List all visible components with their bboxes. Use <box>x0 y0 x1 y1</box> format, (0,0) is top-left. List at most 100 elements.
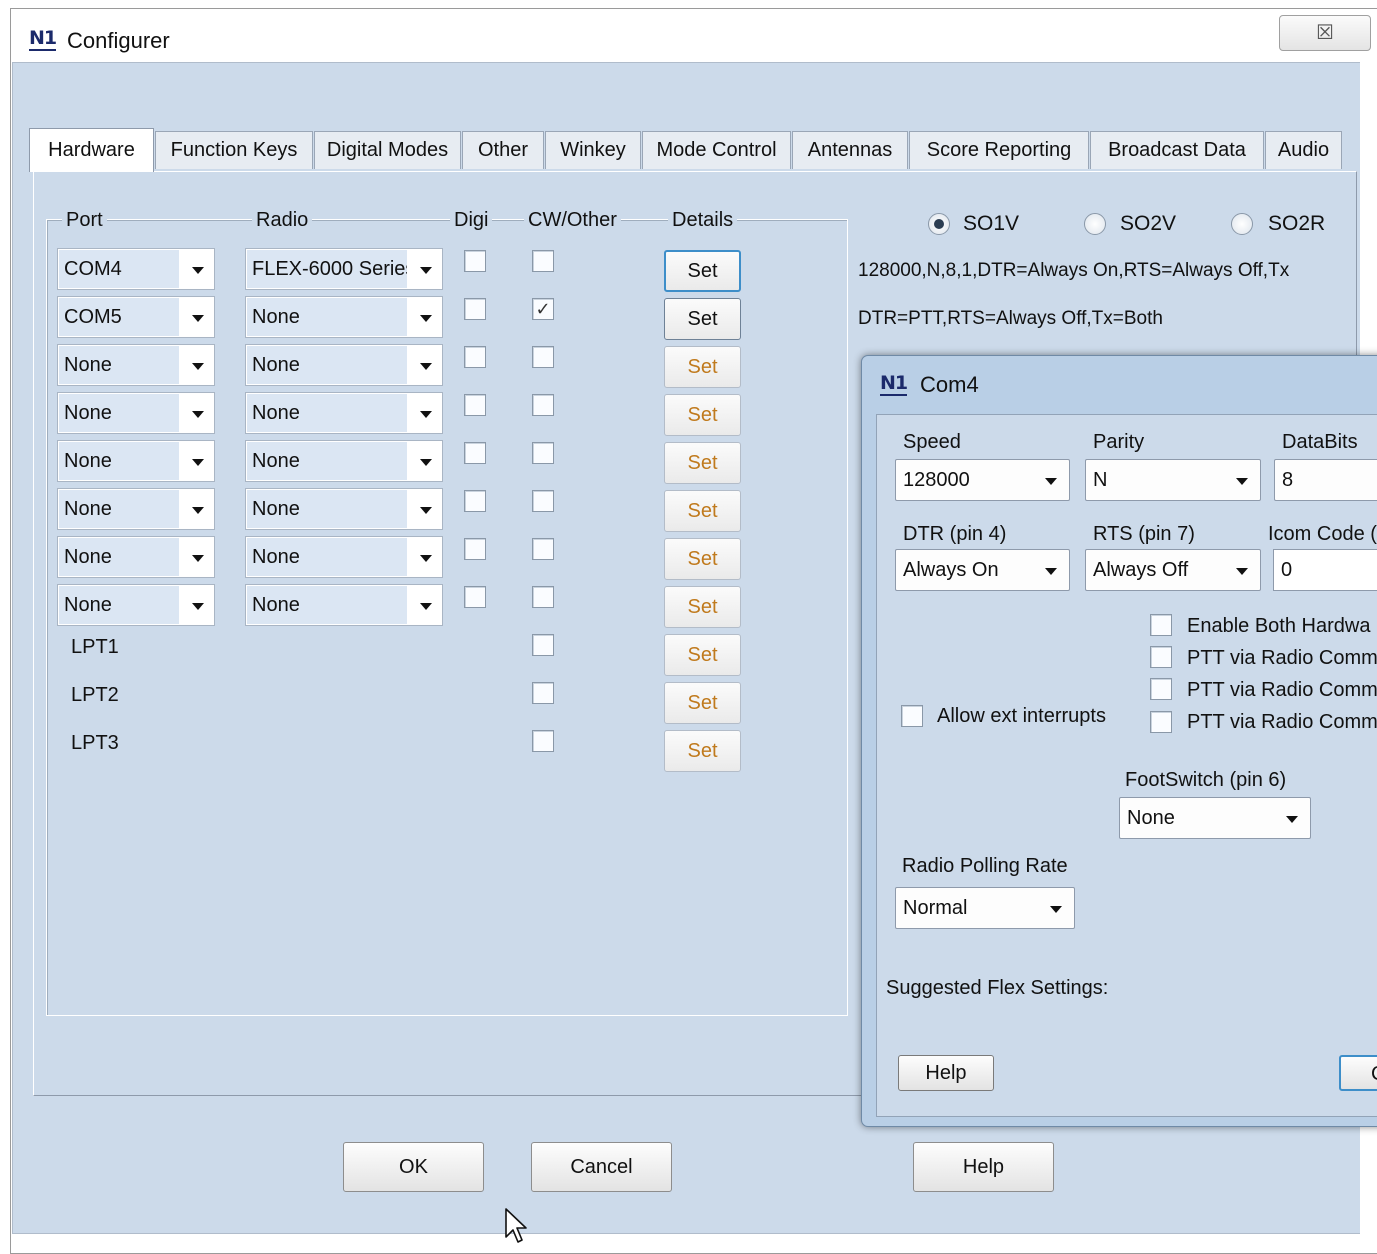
dialog-help-button[interactable]: Help <box>898 1055 994 1091</box>
ptt-radio-command-label: PTT via Radio Comm <box>1187 711 1377 733</box>
radio-select[interactable]: None <box>245 488 443 530</box>
radio-select[interactable]: None <box>245 296 443 338</box>
radio-select[interactable]: None <box>245 584 443 626</box>
digi-checkbox[interactable] <box>464 250 486 272</box>
cw-checkbox[interactable] <box>532 490 554 512</box>
footswitch-select[interactable]: None <box>1119 797 1311 839</box>
chevron-down-icon <box>1236 568 1248 575</box>
close-button[interactable]: ☒ <box>1279 15 1371 51</box>
allow-ext-interrupts-checkbox[interactable] <box>901 705 923 727</box>
databits-select[interactable]: 8 <box>1274 459 1377 501</box>
polling-rate-select[interactable]: Normal <box>895 887 1075 929</box>
set-button[interactable]: Set <box>664 298 741 340</box>
set-button[interactable]: Set <box>664 730 741 772</box>
port-select[interactable]: None <box>57 584 215 626</box>
tab-audio[interactable]: Audio <box>1265 131 1342 169</box>
cw-checkbox[interactable] <box>532 634 554 656</box>
digi-checkbox[interactable] <box>464 586 486 608</box>
set-button[interactable]: Set <box>664 586 741 628</box>
cw-checkbox[interactable] <box>532 346 554 368</box>
ptt-radio-command-checkbox[interactable] <box>1150 678 1172 700</box>
radio-select[interactable]: None <box>245 440 443 482</box>
so2r-radio[interactable] <box>1231 213 1253 235</box>
port-select[interactable]: None <box>57 344 215 386</box>
set-button[interactable]: Set <box>664 634 741 676</box>
set-button[interactable]: Set <box>664 490 741 532</box>
chevron-down-icon <box>192 411 204 418</box>
radio-select[interactable]: None <box>245 392 443 434</box>
tab-function-keys[interactable]: Function Keys <box>155 131 313 169</box>
cw-checkbox[interactable] <box>532 730 554 752</box>
tab-other[interactable]: Other <box>462 131 544 169</box>
port-select[interactable]: None <box>57 440 215 482</box>
port-select[interactable]: None <box>57 536 215 578</box>
digi-checkbox[interactable] <box>464 298 486 320</box>
dtr-select[interactable]: Always On <box>895 549 1070 591</box>
port-select[interactable]: COM5 <box>57 296 215 338</box>
rts-select[interactable]: Always Off <box>1085 549 1261 591</box>
ptt-radio-command-checkbox[interactable] <box>1150 711 1172 733</box>
set-button[interactable]: Set <box>664 250 741 292</box>
set-button[interactable]: Set <box>664 346 741 388</box>
app-logo-icon: N1 <box>29 27 57 51</box>
header-port: Port <box>62 208 107 232</box>
digi-checkbox[interactable] <box>464 394 486 416</box>
chevron-down-icon <box>420 315 432 322</box>
ok-button[interactable]: OK <box>343 1142 484 1192</box>
icom-code-label: Icom Code ( <box>1268 523 1377 545</box>
chevron-down-icon <box>420 411 432 418</box>
set-button[interactable]: Set <box>664 538 741 580</box>
dialog-title: Com4 <box>920 372 979 397</box>
cancel-button[interactable]: Cancel <box>531 1142 672 1192</box>
radio-select[interactable]: None <box>245 344 443 386</box>
chevron-down-icon <box>1045 568 1057 575</box>
digi-checkbox[interactable] <box>464 490 486 512</box>
cw-checkbox[interactable]: ✓ <box>532 298 554 320</box>
help-button[interactable]: Help <box>913 1142 1054 1192</box>
tab-mode-control[interactable]: Mode Control <box>642 131 791 169</box>
lpt-label: LPT2 <box>71 684 119 706</box>
digi-checkbox[interactable] <box>464 442 486 464</box>
cw-checkbox[interactable] <box>532 250 554 272</box>
allow-ext-interrupts-label: Allow ext interrupts <box>937 705 1106 727</box>
header-details: Details <box>668 208 738 232</box>
com4-dialog-client: Speed 128000 Parity N DataBits 8 DTR (pi… <box>876 414 1377 1117</box>
port-select[interactable]: None <box>57 392 215 434</box>
tab-winkey[interactable]: Winkey <box>545 131 641 169</box>
cw-checkbox[interactable] <box>532 442 554 464</box>
tab-broadcast-data[interactable]: Broadcast Data <box>1090 131 1264 169</box>
cw-checkbox[interactable] <box>532 586 554 608</box>
tab-score-reporting[interactable]: Score Reporting <box>909 131 1089 169</box>
cw-checkbox[interactable] <box>532 682 554 704</box>
tab-hardware[interactable]: Hardware <box>29 128 154 172</box>
tab-digital-modes[interactable]: Digital Modes <box>314 131 461 169</box>
dialog-ok-button[interactable]: C <box>1339 1055 1377 1091</box>
parity-select[interactable]: N <box>1085 459 1261 501</box>
lpt-label: LPT3 <box>71 732 119 754</box>
tab-antennas[interactable]: Antennas <box>792 131 908 169</box>
digi-checkbox[interactable] <box>464 538 486 560</box>
digi-checkbox[interactable] <box>464 346 486 368</box>
so1v-label: SO1V <box>963 212 1020 235</box>
set-button[interactable]: Set <box>664 682 741 724</box>
chevron-down-icon <box>1045 478 1057 485</box>
radio-select[interactable]: FLEX-6000 Series <box>245 248 443 290</box>
cw-checkbox[interactable] <box>532 538 554 560</box>
radio-select[interactable]: None <box>245 536 443 578</box>
so2v-radio[interactable] <box>1084 213 1106 235</box>
set-button[interactable]: Set <box>664 394 741 436</box>
port-select[interactable]: COM4 <box>57 248 215 290</box>
so2v-label: SO2V <box>1120 212 1177 235</box>
so1v-radio[interactable] <box>928 213 950 235</box>
cw-checkbox[interactable] <box>532 394 554 416</box>
chevron-down-icon <box>1286 816 1298 823</box>
checkmark-icon: ✓ <box>535 299 551 319</box>
port-select[interactable]: None <box>57 488 215 530</box>
enable-both-checkbox[interactable] <box>1150 614 1172 636</box>
so2r-label: SO2R <box>1268 212 1326 235</box>
speed-select[interactable]: 128000 <box>895 459 1070 501</box>
set-button[interactable]: Set <box>664 442 741 484</box>
icom-code-input[interactable]: 0 <box>1273 549 1377 591</box>
ptt-radio-command-checkbox[interactable] <box>1150 646 1172 668</box>
chevron-down-icon <box>420 363 432 370</box>
